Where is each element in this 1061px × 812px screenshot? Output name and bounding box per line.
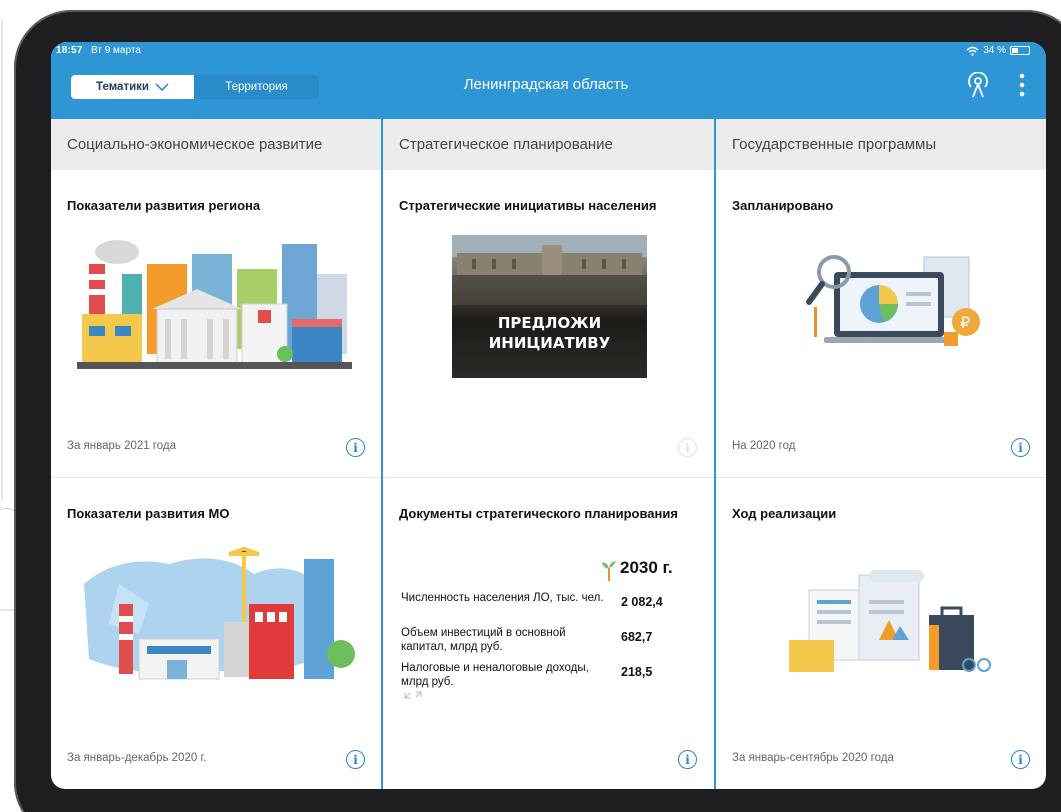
card-title: Показатели развития МО bbox=[67, 506, 230, 521]
region-map-illustration bbox=[84, 546, 355, 680]
wifi-icon bbox=[966, 46, 979, 56]
doc-row-value: 218,5 bbox=[621, 665, 653, 679]
doc-row-label: Налоговые и неналоговые доходы, млрд руб… bbox=[401, 662, 589, 688]
status-bar: 18:57 Вт 9 марта 34 % bbox=[51, 42, 1046, 60]
card-planned[interactable]: Запланировано ₽ На 2020 год i bbox=[716, 170, 1046, 478]
card-period: На 2020 год bbox=[732, 440, 796, 452]
tab-topics-label: Тематики bbox=[96, 81, 149, 93]
card-title: Стратегические инициативы населения bbox=[399, 198, 657, 213]
column-divider bbox=[714, 119, 716, 789]
column-state-programs: Государственные программы Запланировано … bbox=[716, 119, 1046, 789]
column-header: Стратегическое планирование bbox=[383, 119, 714, 170]
card-strategic-documents[interactable]: Документы стратегического планирования 2… bbox=[383, 478, 714, 789]
battery-icon bbox=[1010, 46, 1030, 55]
column-socio-economic: Социально-экономическое развитие Показат… bbox=[51, 119, 382, 789]
more-vertical-icon[interactable] bbox=[1017, 72, 1027, 98]
card-region-indicators[interactable]: Показатели развития региона За январь 20… bbox=[51, 170, 382, 478]
banner-line-2: ИНИЦИАТИВУ bbox=[488, 334, 611, 352]
chevron-down-icon bbox=[155, 83, 169, 91]
palace-photo bbox=[452, 235, 647, 305]
column-divider bbox=[381, 119, 383, 789]
status-date: Вт 9 марта bbox=[91, 45, 141, 56]
target-year: 2030 г. bbox=[620, 558, 673, 577]
svg-text:₽: ₽ bbox=[960, 313, 970, 332]
doc-row-label: Объем инвестиций в основной капитал, млр… bbox=[401, 627, 566, 653]
banner-text: ПРЕДЛОЖИ ИНИЦИАТИВУ bbox=[452, 313, 647, 353]
view-switcher: Тематики Территория bbox=[71, 75, 319, 99]
app-header: 18:57 Вт 9 марта 34 % Тематики Территори… bbox=[51, 42, 1046, 119]
column-header: Государственные программы bbox=[716, 119, 1046, 170]
tab-territory[interactable]: Территория bbox=[194, 75, 319, 99]
card-title: Запланировано bbox=[732, 198, 834, 213]
tab-territory-label: Территория bbox=[225, 81, 288, 93]
banner-line-1: ПРЕДЛОЖИ bbox=[497, 314, 602, 332]
laptop-analytics-illustration: ₽ bbox=[806, 255, 980, 346]
card-title: Документы стратегического планирования bbox=[399, 506, 678, 521]
info-icon[interactable]: i bbox=[1011, 438, 1030, 457]
region-title: Ленинградская область bbox=[463, 76, 629, 93]
status-right: 34 % bbox=[966, 45, 1030, 56]
card-implementation-progress[interactable]: Ход реализации За январь-сентябрь 2020 г… bbox=[716, 478, 1046, 789]
card-municipal-indicators[interactable]: Показатели развития МО За январь-декабрь… bbox=[51, 478, 382, 789]
app-screen: 18:57 Вт 9 марта 34 % Тематики Территори… bbox=[51, 42, 1046, 789]
column-header: Социально-экономическое развитие bbox=[51, 119, 382, 170]
card-title: Показатели развития региона bbox=[67, 198, 261, 213]
expand-icon[interactable] bbox=[403, 690, 423, 700]
column-strategic-planning: Стратегическое планирование Стратегическ… bbox=[383, 119, 714, 789]
doc-row-label: Численность населения ЛО, тыс. чел. bbox=[401, 592, 604, 604]
card-period: За январь-декабрь 2020 г. bbox=[67, 752, 207, 764]
card-period: За январь 2021 года bbox=[67, 440, 177, 452]
initiative-banner[interactable]: ПРЕДЛОЖИ ИНИЦИАТИВУ bbox=[452, 235, 647, 378]
card-title: Ход реализации bbox=[732, 506, 837, 521]
info-icon[interactable]: i bbox=[678, 750, 697, 769]
info-icon[interactable]: i bbox=[346, 750, 365, 769]
doc-row-value: 682,7 bbox=[621, 630, 653, 644]
broadcast-icon[interactable] bbox=[966, 72, 990, 98]
sprout-icon bbox=[602, 561, 616, 581]
doc-row-value: 2 082,4 bbox=[621, 595, 663, 609]
info-icon[interactable]: i bbox=[1011, 750, 1030, 769]
battery-percent: 34 % bbox=[983, 45, 1006, 56]
status-time: 18:57 bbox=[56, 45, 83, 56]
city-buildings-illustration bbox=[77, 240, 352, 369]
card-citizen-initiatives[interactable]: Стратегические инициативы населения ПРЕД… bbox=[383, 170, 714, 478]
card-period: За январь-сентябрь 2020 года bbox=[732, 752, 894, 764]
info-icon[interactable]: i bbox=[346, 438, 365, 457]
documents-briefcase-illustration bbox=[789, 570, 991, 672]
info-icon[interactable]: i bbox=[678, 438, 697, 457]
tab-topics[interactable]: Тематики bbox=[71, 75, 194, 99]
